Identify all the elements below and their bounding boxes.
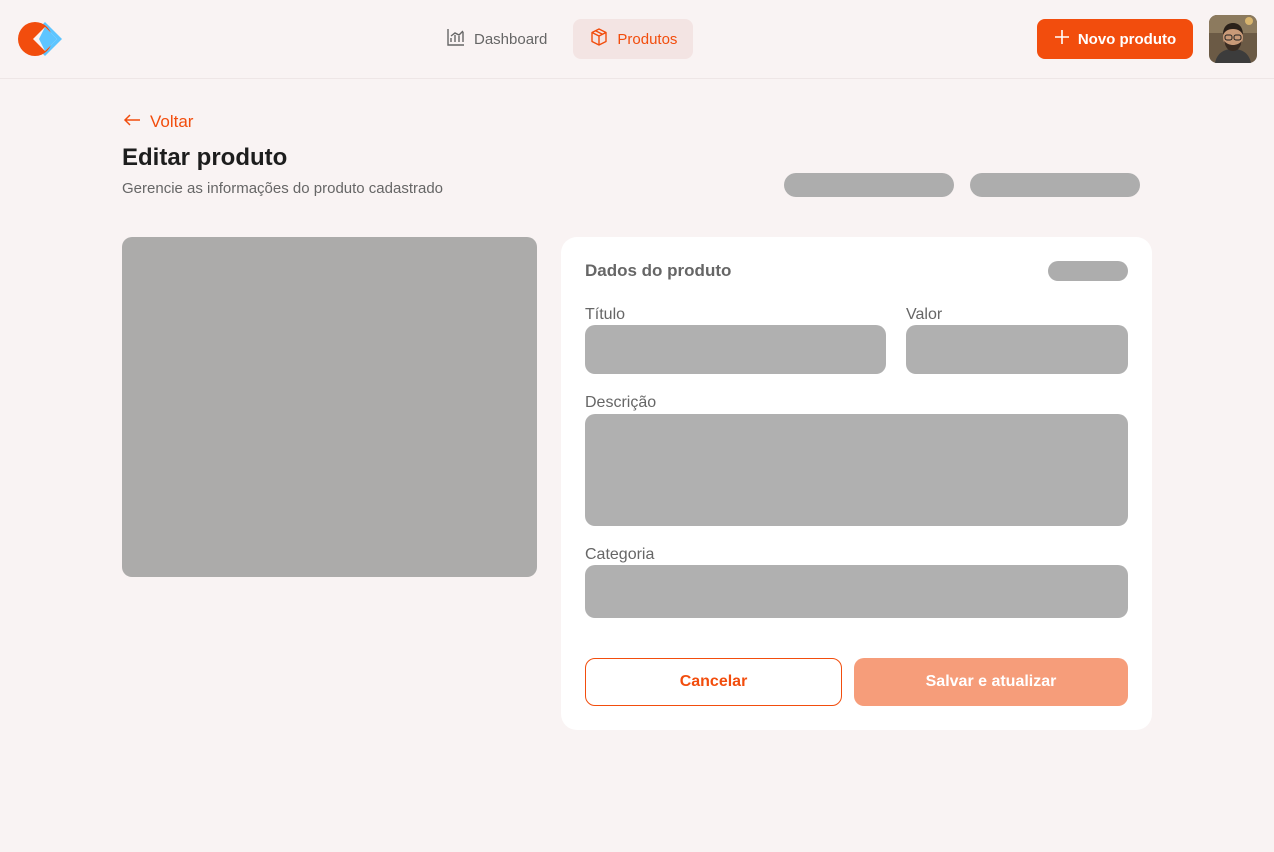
page-title: Editar produto: [122, 144, 288, 171]
value-label: Valor: [906, 306, 943, 323]
form-title: Dados do produto: [585, 261, 732, 280]
nav-dashboard-label: Dashboard: [474, 30, 548, 48]
page-subtitle: Gerencie as informações do produto cadas…: [122, 180, 444, 197]
back-link[interactable]: Voltar: [122, 112, 193, 132]
package-icon: [589, 27, 609, 51]
app-logo[interactable]: [18, 20, 72, 58]
nav-dashboard[interactable]: Dashboard: [430, 19, 563, 59]
nav-produtos-label: Produtos: [617, 30, 678, 48]
nav-produtos[interactable]: Produtos: [573, 19, 694, 59]
chart-icon: [446, 27, 466, 51]
new-product-label: Novo produto: [1077, 30, 1177, 48]
title-field[interactable]: [585, 325, 886, 374]
skeleton-pill: [784, 173, 954, 197]
category-label: Categoria: [585, 546, 655, 563]
description-label: Descrição: [585, 394, 657, 411]
skeleton-pill: [1048, 261, 1128, 281]
cancel-button[interactable]: Cancelar: [585, 658, 842, 706]
title-label: Título: [585, 306, 626, 323]
save-button[interactable]: Salvar e atualizar: [854, 658, 1128, 706]
value-field[interactable]: [906, 325, 1128, 374]
product-form-card: Dados do produto Título Valor Descrição …: [561, 237, 1152, 730]
main-nav: Dashboard Produtos: [430, 19, 694, 59]
top-bar: Dashboard Produtos Novo produto: [0, 0, 1274, 79]
description-field[interactable]: [585, 414, 1128, 526]
back-label: Voltar: [150, 112, 194, 131]
skeleton-pill: [970, 173, 1140, 197]
plus-icon: [1054, 29, 1070, 49]
category-field[interactable]: [585, 565, 1128, 618]
arrow-left-icon: [122, 112, 142, 132]
user-avatar[interactable]: [1209, 15, 1257, 63]
new-product-button[interactable]: Novo produto: [1037, 19, 1193, 59]
product-image-placeholder[interactable]: [122, 237, 537, 577]
